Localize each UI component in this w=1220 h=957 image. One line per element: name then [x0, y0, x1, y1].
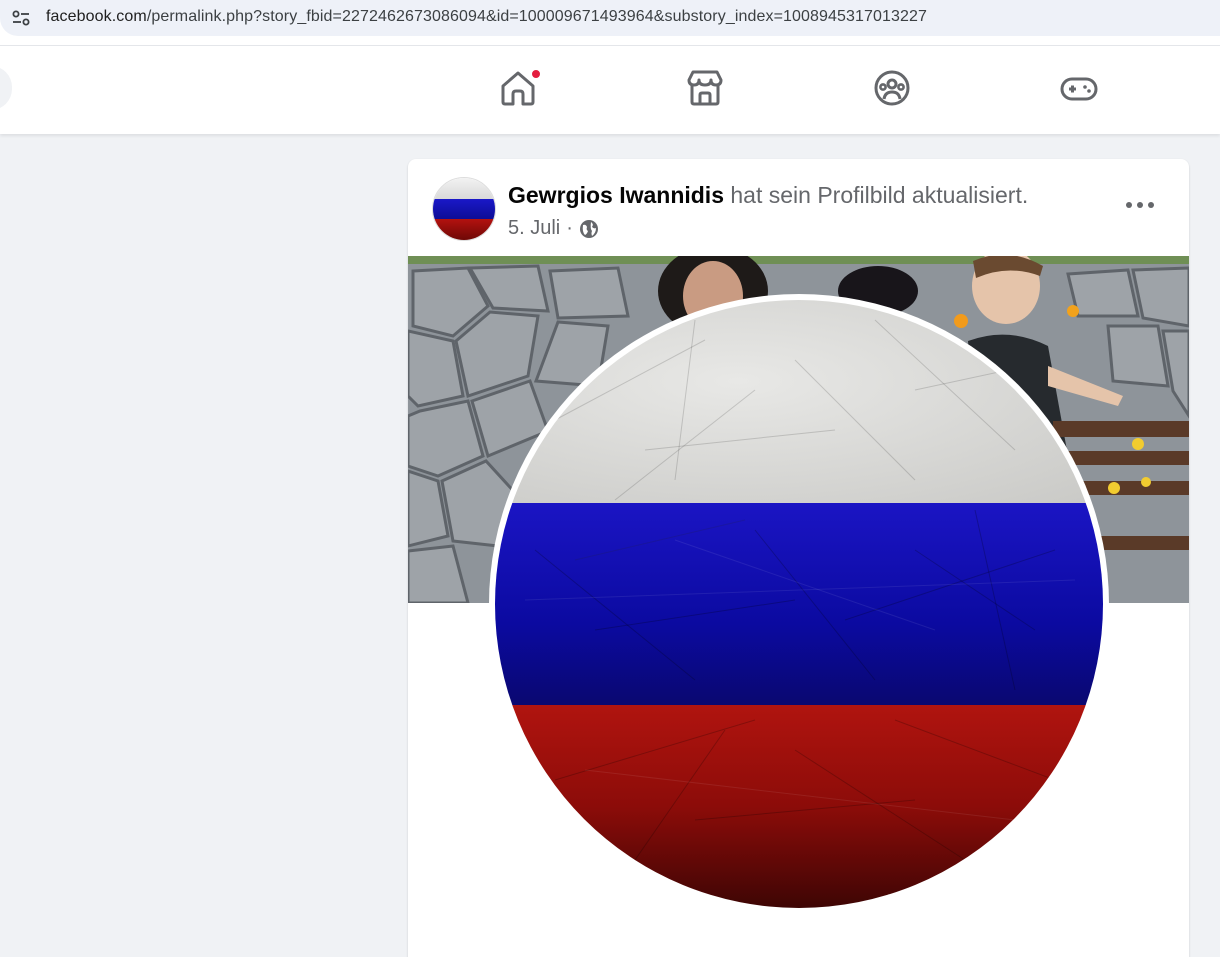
search-button[interactable] — [0, 66, 12, 110]
browser-address-bar: facebook.com/permalink.php?story_fbid=22… — [0, 0, 1220, 46]
author-avatar[interactable] — [432, 177, 496, 241]
post-action: hat sein Profilbild aktualisiert. — [730, 182, 1029, 208]
facebook-top-nav — [0, 46, 1220, 134]
nav-marketplace[interactable] — [685, 68, 725, 108]
url-text[interactable]: facebook.com/permalink.php?story_fbid=22… — [46, 8, 927, 26]
post-date[interactable]: 5. Juli — [508, 217, 560, 240]
url-path: /permalink.php?story_fbid=22724626730860… — [146, 8, 927, 25]
meta-separator: · — [566, 217, 573, 239]
globe-icon[interactable] — [579, 219, 599, 239]
groups-icon — [874, 70, 910, 106]
author-name[interactable]: Gewrgios Iwannidis — [508, 182, 724, 208]
notification-dot — [530, 68, 542, 80]
post-meta: 5. Juli · — [508, 217, 599, 240]
url-host: facebook.com — [46, 8, 147, 25]
post-card: Gewrgios Iwannidis hat sein Profilbild a… — [408, 159, 1189, 957]
profile-picture[interactable] — [489, 294, 1109, 914]
nav-groups[interactable] — [872, 68, 912, 108]
nav-home[interactable] — [498, 68, 542, 108]
more-options-button[interactable] — [1120, 189, 1160, 221]
post-header-text: Gewrgios Iwannidis hat sein Profilbild a… — [508, 182, 1028, 209]
scratch-texture — [524, 319, 1076, 861]
url-field[interactable]: facebook.com/permalink.php?story_fbid=22… — [0, 0, 1220, 36]
tune-icon[interactable] — [10, 7, 32, 29]
gaming-icon — [1060, 77, 1098, 101]
marketplace-icon — [687, 70, 723, 106]
nav-gaming[interactable] — [1059, 68, 1099, 108]
more-options-icon — [1126, 202, 1154, 208]
